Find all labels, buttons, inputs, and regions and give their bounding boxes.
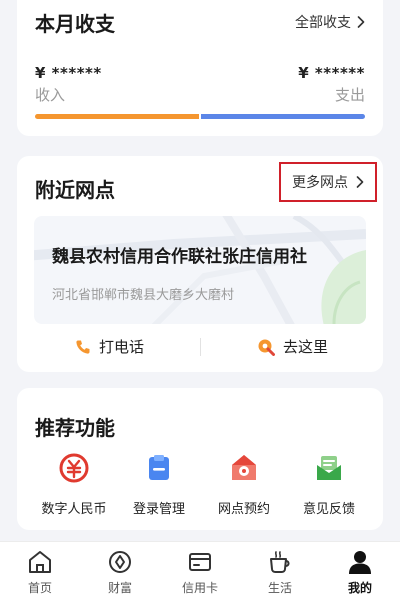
tab-label: 生活 bbox=[267, 581, 292, 595]
navigate-label: 去这里 bbox=[283, 338, 329, 356]
tab-wealth[interactable]: 财富 bbox=[80, 548, 160, 596]
more-branches-link[interactable]: 更多网点 bbox=[279, 162, 377, 202]
feature-feedback[interactable]: 意见反馈 bbox=[284, 452, 374, 517]
feature-branch-appointment[interactable]: 网点预约 bbox=[199, 452, 289, 517]
bottom-tab-bar: 首页 财富 信用卡 生活 我的 bbox=[0, 541, 400, 601]
call-label: 打电话 bbox=[99, 338, 145, 356]
tab-home[interactable]: 首页 bbox=[0, 548, 80, 596]
chevron-right-icon bbox=[356, 176, 364, 188]
tab-profile[interactable]: 我的 bbox=[320, 548, 400, 596]
tab-label: 财富 bbox=[107, 581, 132, 595]
navigation-pin-icon bbox=[258, 339, 275, 356]
tab-label: 首页 bbox=[27, 581, 52, 595]
feature-login-management[interactable]: 登录管理 bbox=[114, 452, 204, 517]
action-divider bbox=[200, 338, 201, 356]
feature-label: 网点预约 bbox=[217, 502, 270, 517]
tab-life[interactable]: 生活 bbox=[240, 548, 320, 596]
expense-bar-segment bbox=[201, 114, 365, 119]
branch-appointment-icon bbox=[232, 455, 256, 480]
expense-amount-masked: ¥ ****** bbox=[298, 64, 365, 82]
income-expense-bar bbox=[35, 114, 365, 119]
digital-rmb-icon bbox=[59, 453, 89, 483]
feature-digital-rmb[interactable]: 数字人民币 bbox=[29, 452, 119, 517]
nearby-branches-card: 附近网点 更多网点 魏县农村信用合作联社张庄信用社 河北省邯郸市魏县大磨乡大磨村… bbox=[17, 156, 383, 372]
income-amount-masked: ¥ ****** bbox=[35, 64, 102, 82]
tab-label: 信用卡 bbox=[181, 581, 218, 595]
feature-label: 意见反馈 bbox=[302, 502, 355, 517]
tab-credit-card[interactable]: 信用卡 bbox=[160, 548, 240, 596]
call-button[interactable]: 打电话 bbox=[75, 336, 144, 357]
branch-name: 魏县农村信用合作联社张庄信用社 bbox=[52, 247, 307, 267]
features-card-title: 推荐功能 bbox=[35, 416, 115, 440]
chevron-right-icon bbox=[357, 16, 365, 28]
map-background bbox=[34, 216, 366, 324]
all-transactions-label: 全部收支 bbox=[295, 15, 351, 31]
feedback-icon bbox=[317, 456, 341, 480]
more-branches-label: 更多网点 bbox=[292, 175, 348, 191]
branch-card-title: 附近网点 bbox=[35, 178, 115, 202]
expense-label: 支出 bbox=[334, 86, 365, 104]
income-card-title: 本月收支 bbox=[35, 12, 115, 36]
income-label: 收入 bbox=[35, 86, 66, 104]
credit-card-icon bbox=[189, 553, 211, 571]
feature-label: 登录管理 bbox=[132, 502, 185, 517]
branch-address: 河北省邯郸市魏县大磨乡大磨村 bbox=[52, 288, 235, 303]
wealth-icon bbox=[109, 551, 131, 573]
navigate-button[interactable]: 去这里 bbox=[257, 336, 328, 357]
all-transactions-link[interactable]: 全部收支 bbox=[295, 12, 365, 32]
tab-label: 我的 bbox=[347, 581, 372, 595]
life-coffee-icon bbox=[270, 551, 290, 573]
profile-icon bbox=[349, 551, 371, 574]
branch-map-card[interactable]: 魏县农村信用合作联社张庄信用社 河北省邯郸市魏县大磨乡大磨村 bbox=[34, 216, 366, 324]
login-management-icon bbox=[149, 455, 169, 480]
phone-icon bbox=[76, 340, 90, 354]
feature-label: 数字人民币 bbox=[41, 502, 107, 517]
income-bar-segment bbox=[35, 114, 199, 119]
monthly-income-expense-card: 本月收支 全部收支 ¥ ****** ¥ ****** 收入 支出 bbox=[17, 0, 383, 136]
recommended-features-card: 推荐功能 数字人民币 登录管理 网点预约 意见反馈 bbox=[17, 388, 383, 530]
home-icon bbox=[29, 551, 51, 573]
